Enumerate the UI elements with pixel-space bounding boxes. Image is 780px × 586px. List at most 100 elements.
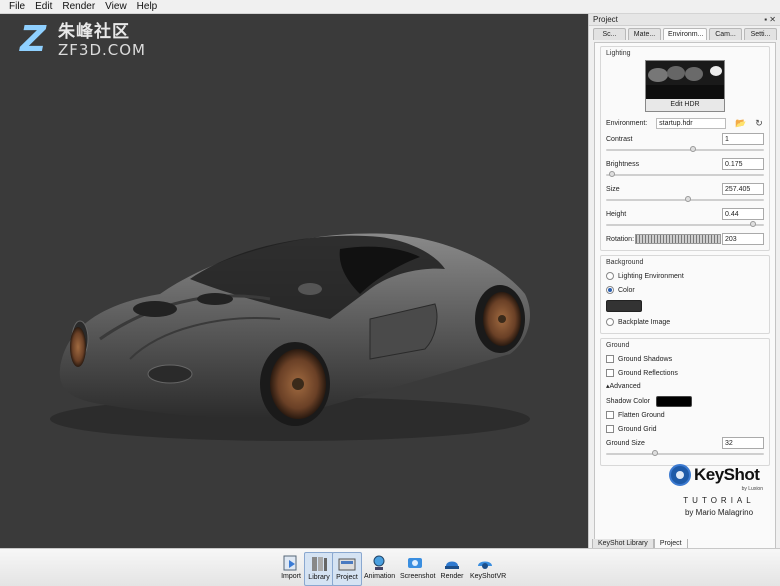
shadow-color-swatch[interactable]	[655, 395, 692, 407]
menu-render[interactable]: Render	[57, 1, 100, 12]
radio-color[interactable]	[606, 286, 614, 294]
radio-backplate-image[interactable]	[606, 318, 614, 326]
tab-materials[interactable]: Mate...	[628, 28, 661, 40]
watermark-en: ZF3D.COM	[58, 41, 146, 59]
contrast-field[interactable]: 1	[722, 133, 764, 145]
panel-header: Project ▪ ✕	[589, 14, 780, 26]
animation-button[interactable]: Animation	[364, 552, 395, 586]
keyshotvr-label: KeyShotVR	[470, 573, 507, 580]
render-icon	[441, 554, 463, 572]
ground-grid-checkbox[interactable]	[606, 425, 614, 433]
render-button[interactable]: Render	[437, 552, 467, 586]
height-label: Height	[606, 210, 627, 218]
tab-settings[interactable]: Setti...	[744, 28, 777, 40]
tutorial-label: TUTORIAL	[683, 496, 755, 505]
height-slider-thumb[interactable]	[750, 221, 757, 227]
hdr-thumbnail[interactable]: Edit HDR	[645, 60, 725, 112]
shadow-color-label: Shadow Color	[606, 397, 650, 405]
height-field[interactable]: 0.44	[722, 208, 764, 220]
ground-grid-label: Ground Grid	[618, 425, 657, 433]
size-slider[interactable]	[606, 196, 764, 204]
environment-field[interactable]: startup.hdr	[656, 117, 727, 129]
ground-shadows-option[interactable]: Ground Shadows	[606, 352, 764, 366]
tab-environment[interactable]: Environm...	[663, 28, 707, 40]
project-label: Project	[336, 574, 358, 581]
ground-reflections-option[interactable]: Ground Reflections	[606, 366, 764, 380]
ground-size-field[interactable]: 32	[722, 437, 764, 449]
panel-title: Project	[593, 15, 618, 24]
radio-lighting-environment[interactable]	[606, 272, 614, 280]
panel-window-controls[interactable]: ▪ ✕	[764, 15, 776, 24]
height-slider[interactable]	[606, 221, 764, 229]
render-label: Render	[440, 573, 464, 580]
advanced-toggle[interactable]: ▴Advanced	[606, 380, 764, 394]
background-option-backplate[interactable]: Backplate Image	[606, 315, 764, 329]
ground-size-label: Ground Size	[606, 439, 645, 447]
refresh-icon[interactable]: ↻	[754, 118, 764, 128]
background-option-lighting-environment[interactable]: Lighting Environment	[606, 269, 764, 283]
car-model[interactable]	[40, 219, 540, 449]
menubar: File Edit Render View Help	[0, 0, 780, 14]
ground-title: Ground	[606, 342, 630, 349]
brightness-label: Brightness	[606, 160, 640, 168]
keyshotvr-button[interactable]: KeyShotVR	[470, 552, 507, 586]
render-viewport[interactable]: Z 朱峰社区 ZF3D.COM	[0, 14, 588, 548]
brightness-slider-thumb[interactable]	[609, 171, 616, 177]
contrast-slider-thumb[interactable]	[689, 146, 696, 152]
ground-group: Ground Ground Shadows Ground Reflections…	[600, 338, 770, 466]
ground-size-slider-thumb[interactable]	[651, 450, 658, 456]
lighting-title: Lighting	[606, 50, 631, 57]
rotation-label: Rotation:	[606, 235, 635, 243]
contrast-slider[interactable]	[606, 146, 764, 154]
flatten-ground-label: Flatten Ground	[618, 411, 665, 419]
keyshot-logo-icon	[669, 464, 691, 486]
keyshot-by: by Luxion	[741, 486, 763, 492]
project-panel: Project ▪ ✕ Sc... Mate... Environm... Ca…	[588, 14, 780, 554]
background-option-label: Lighting Environment	[618, 272, 684, 280]
menu-help[interactable]: Help	[132, 1, 163, 12]
size-field[interactable]: 257.405	[722, 183, 764, 195]
shadow-color-row: Shadow Color	[606, 394, 764, 408]
background-option-color[interactable]: Color	[606, 283, 764, 297]
background-color-swatch[interactable]	[606, 300, 642, 312]
ground-size-slider[interactable]	[606, 450, 764, 458]
project-button[interactable]: Project	[332, 552, 362, 586]
edit-hdr-button[interactable]: Edit HDR	[646, 99, 724, 111]
flatten-ground-checkbox[interactable]	[606, 411, 614, 419]
library-button[interactable]: Library	[304, 552, 334, 586]
size-label: Size	[606, 185, 620, 193]
background-title: Background	[606, 259, 644, 266]
brightness-slider[interactable]	[606, 171, 764, 179]
tab-camera[interactable]: Cam...	[709, 28, 742, 40]
animation-icon	[368, 554, 390, 572]
screenshot-label: Screenshot	[400, 573, 436, 580]
import-button[interactable]: Import	[276, 552, 306, 586]
background-option-label: Color	[618, 286, 635, 294]
rotation-dial[interactable]	[635, 234, 722, 244]
rotation-field[interactable]: 203	[722, 233, 764, 245]
menu-file[interactable]: File	[4, 1, 30, 12]
watermark-logo: Z	[20, 19, 47, 60]
ground-shadows-checkbox[interactable]	[606, 355, 614, 363]
brightness-field[interactable]: 0.175	[722, 158, 764, 170]
size-slider-thumb[interactable]	[685, 196, 692, 202]
lighting-group: Lighting Edit HDR Environment: startup.h…	[600, 46, 770, 251]
library-icon	[308, 555, 330, 573]
ground-reflections-label: Ground Reflections	[618, 369, 678, 377]
menu-edit[interactable]: Edit	[30, 1, 57, 12]
ground-grid-option[interactable]: Ground Grid	[606, 422, 764, 436]
environment-label: Environment:	[606, 119, 648, 127]
folder-icon[interactable]: 📂	[735, 118, 746, 128]
watermark-cn: 朱峰社区	[58, 22, 130, 42]
flatten-ground-option[interactable]: Flatten Ground	[606, 408, 764, 422]
screenshot-button[interactable]: Screenshot	[400, 552, 436, 586]
ground-reflections-checkbox[interactable]	[606, 369, 614, 377]
ground-shadows-label: Ground Shadows	[618, 355, 673, 363]
menu-view[interactable]: View	[100, 1, 132, 12]
tab-scene[interactable]: Sc...	[593, 28, 626, 40]
keyshot-branding: KeyShot by Luxion TUTORIAL by Mario Mala…	[669, 464, 769, 517]
main-toolbar: Import Library Project Animation Screens…	[0, 548, 780, 586]
watermark: Z 朱峰社区 ZF3D.COM	[20, 19, 146, 60]
panel-tabs: Sc... Mate... Environm... Cam... Setti..…	[589, 26, 780, 40]
library-label: Library	[308, 574, 330, 581]
